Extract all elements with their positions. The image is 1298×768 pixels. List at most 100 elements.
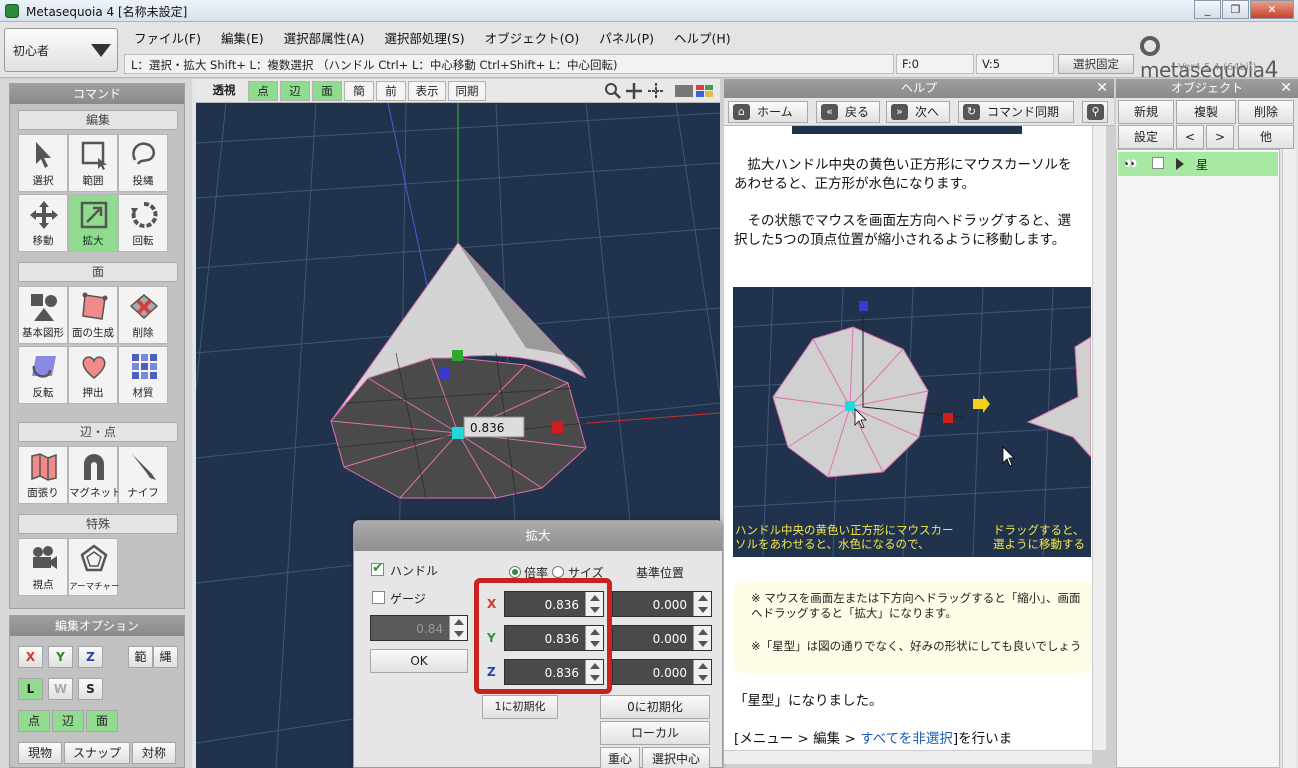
- z-handle[interactable]: [439, 368, 450, 379]
- view-layout-icon[interactable]: [674, 83, 714, 99]
- menu-help[interactable]: ヘルプ(H): [664, 26, 741, 49]
- expand-triangle-icon[interactable]: [1176, 158, 1184, 170]
- spin-icon[interactable]: [693, 592, 711, 616]
- object-next-button[interactable]: >: [1206, 125, 1234, 149]
- axis-y-toggle[interactable]: Y: [48, 646, 73, 668]
- menu-edit[interactable]: 編集(E): [211, 26, 274, 49]
- tool-primitives[interactable]: 基本図形: [18, 286, 68, 344]
- spin-icon[interactable]: [449, 616, 467, 640]
- snap-button[interactable]: スナップ: [64, 742, 130, 764]
- reset-to-zero-button[interactable]: 0に初期化: [600, 695, 710, 719]
- axis-x-toggle[interactable]: X: [18, 646, 43, 668]
- menu-object[interactable]: オブジェクト(O): [475, 26, 590, 49]
- new-object-button[interactable]: 新規: [1118, 100, 1174, 124]
- help-back-button[interactable]: « 戻る: [816, 101, 880, 123]
- object-row[interactable]: 👀 星: [1118, 152, 1278, 176]
- delete-object-button[interactable]: 削除: [1238, 100, 1294, 124]
- close-button[interactable]: ✕: [1250, 0, 1294, 19]
- lock-toggle-icon[interactable]: [1152, 157, 1164, 169]
- base-y-field[interactable]: 0.000: [612, 625, 712, 651]
- base-x-field[interactable]: 0.000: [612, 591, 712, 617]
- menu-panel[interactable]: パネル(P): [589, 26, 664, 49]
- tool-flip[interactable]: 反転: [18, 346, 68, 404]
- object-other-button[interactable]: 他: [1238, 125, 1294, 149]
- tool-rotate[interactable]: 回転: [118, 194, 168, 252]
- select-fix-button[interactable]: 選択固定: [1058, 54, 1134, 74]
- range-option-button[interactable]: 範: [128, 646, 153, 668]
- spin-icon[interactable]: [693, 660, 711, 684]
- gauge-value-field[interactable]: 0.84: [370, 615, 468, 641]
- axis-z-toggle[interactable]: Z: [78, 646, 103, 668]
- object-list-scrollbar[interactable]: [1282, 149, 1296, 768]
- tool-magnet[interactable]: マグネット: [68, 446, 122, 504]
- view-navigation-icons[interactable]: [604, 82, 668, 100]
- view-vertex-toggle[interactable]: 点: [248, 81, 278, 101]
- object-settings-button[interactable]: 設定: [1118, 125, 1174, 149]
- face-fill-icon: [31, 453, 57, 481]
- help-command-sync-button[interactable]: ↻ コマンド同期: [958, 101, 1074, 123]
- menu-selection-process[interactable]: 選択部処理(S): [374, 26, 474, 49]
- tool-viewpoint[interactable]: 視点: [18, 538, 68, 596]
- tool-select[interactable]: 選択: [18, 134, 68, 192]
- tool-delete[interactable]: 削除: [118, 286, 168, 344]
- tool-material[interactable]: 材質: [118, 346, 168, 404]
- vertex-mode-toggle[interactable]: 点: [18, 710, 50, 732]
- deselect-all-link[interactable]: すべてを非選択: [860, 731, 953, 747]
- symmetry-button[interactable]: 対称: [132, 742, 176, 764]
- view-sync-button[interactable]: 同期: [448, 81, 486, 101]
- mode-select[interactable]: 初心者: [4, 28, 118, 72]
- local-button[interactable]: ローカル: [600, 721, 710, 745]
- tool-armature[interactable]: アーマチャー: [68, 538, 119, 596]
- edge-mode-toggle[interactable]: 辺: [52, 710, 84, 732]
- perspective-label[interactable]: 透視: [204, 81, 244, 101]
- menu-selection-attr[interactable]: 選択部属性(A): [274, 26, 375, 49]
- center-handle[interactable]: [452, 427, 464, 439]
- view-display-button[interactable]: 表示: [408, 81, 446, 101]
- y-handle[interactable]: [452, 350, 463, 361]
- ok-button[interactable]: OK: [370, 649, 468, 673]
- minimize-button[interactable]: _: [1194, 0, 1221, 19]
- tool-move[interactable]: 移動: [18, 194, 68, 252]
- tool-extrude[interactable]: 押出: [68, 346, 118, 404]
- view-simple-button[interactable]: 簡: [344, 81, 374, 101]
- help-home-button[interactable]: ⌂ ホーム: [728, 101, 808, 123]
- tool-face-fill[interactable]: 面張り: [18, 446, 68, 504]
- menu-file[interactable]: ファイル(F): [124, 26, 211, 49]
- size-radio[interactable]: [552, 566, 564, 578]
- view-edge-toggle[interactable]: 辺: [280, 81, 310, 101]
- ratio-radio[interactable]: [509, 566, 521, 578]
- help-next-button[interactable]: » 次へ: [886, 101, 950, 123]
- view-face-toggle[interactable]: 面: [312, 81, 342, 101]
- highlight-box: [474, 578, 612, 694]
- selection-center-button[interactable]: 選択中心: [642, 747, 710, 768]
- maximize-button[interactable]: ❐: [1222, 0, 1249, 19]
- view-front-button[interactable]: 前: [376, 81, 406, 101]
- tool-knife[interactable]: ナイフ: [118, 446, 168, 504]
- spin-icon[interactable]: [693, 626, 711, 650]
- screen-space-toggle[interactable]: S: [78, 678, 103, 700]
- local-space-toggle[interactable]: L: [18, 678, 43, 700]
- help-search-button[interactable]: ⚲: [1082, 101, 1108, 123]
- base-z-field[interactable]: 0.000: [612, 659, 712, 685]
- handle-checkbox[interactable]: [371, 560, 384, 576]
- face-mode-toggle[interactable]: 面: [86, 710, 118, 732]
- tool-create-face[interactable]: 面の生成: [68, 286, 118, 344]
- duplicate-object-button[interactable]: 複製: [1176, 100, 1236, 124]
- centroid-button[interactable]: 重心: [600, 747, 640, 768]
- tool-scale[interactable]: 拡大: [68, 194, 118, 252]
- reset-to-one-button[interactable]: 1に初期化: [482, 695, 558, 719]
- lasso-option-button[interactable]: 縄: [153, 646, 178, 668]
- object-close-icon[interactable]: ✕: [1280, 79, 1292, 98]
- object-prev-button[interactable]: <: [1176, 125, 1204, 149]
- help-close-icon[interactable]: ✕: [1096, 79, 1108, 98]
- world-space-toggle[interactable]: W: [48, 678, 73, 700]
- help-vertical-scrollbar[interactable]: [1092, 126, 1106, 750]
- x-handle[interactable]: [552, 421, 563, 433]
- mode-select-value: 初心者: [13, 44, 50, 58]
- help-horizontal-scrollbar[interactable]: [724, 750, 1092, 764]
- tool-lasso[interactable]: 投縄: [118, 134, 168, 192]
- gauge-checkbox[interactable]: [372, 591, 385, 604]
- actual-button[interactable]: 現物: [18, 742, 62, 764]
- tool-range[interactable]: 範囲: [68, 134, 118, 192]
- eye-visible-icon[interactable]: 👀: [1124, 157, 1138, 170]
